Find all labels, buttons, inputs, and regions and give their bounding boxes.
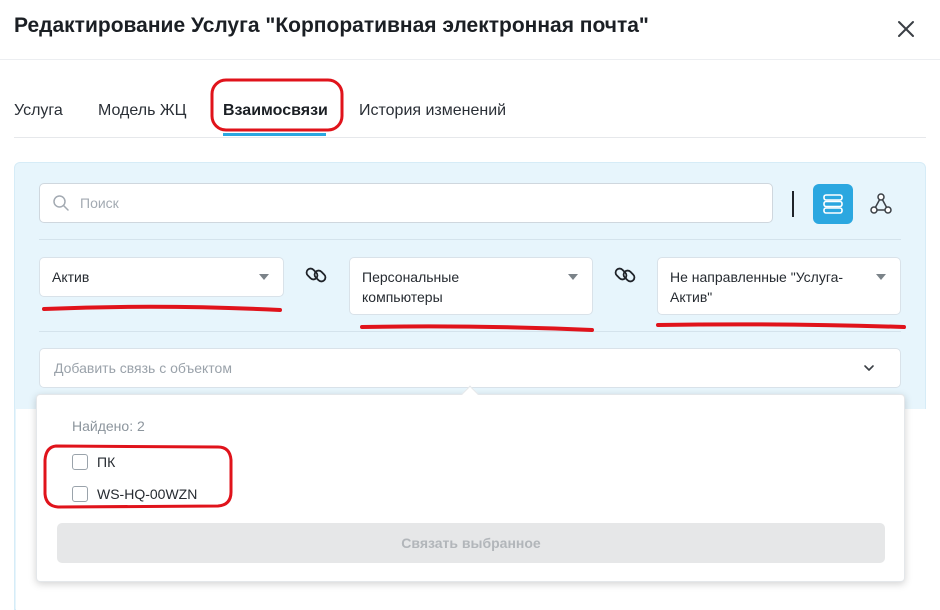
result-label: WS-HQ-00WZN — [97, 486, 198, 502]
toolbar-divider — [792, 191, 794, 217]
list-view-button[interactable] — [813, 184, 853, 224]
object-type-value: Актив — [52, 269, 90, 285]
link-selected-button[interactable]: Связать выбранное — [57, 523, 885, 563]
search-input[interactable] — [80, 184, 760, 222]
result-label: ПК — [97, 454, 116, 470]
divider — [39, 239, 901, 240]
tab-service[interactable]: Услуга — [14, 102, 63, 120]
chevron-down-icon — [864, 365, 874, 371]
found-count: Найдено: 2 — [72, 418, 145, 434]
tab-history[interactable]: История изменений — [359, 102, 506, 120]
tab-relations[interactable]: Взаимосвязи — [223, 102, 328, 120]
add-link-select[interactable]: Добавить связь с объектом — [39, 348, 901, 388]
tab-lifecycle-model[interactable]: Модель ЖЦ — [98, 102, 186, 120]
active-tab-indicator — [223, 133, 326, 136]
graph-view-icon[interactable] — [867, 190, 895, 218]
dialog-title: Редактирование Услуга "Корпоративная эле… — [14, 14, 649, 37]
category-value-line1: Персональные — [362, 269, 460, 285]
category-select[interactable]: Персональные компьютеры — [349, 257, 593, 315]
link-icon — [305, 267, 327, 283]
search-icon — [53, 195, 69, 211]
direction-select[interactable]: Не направленные "Услуга- Актив" — [657, 257, 901, 315]
object-type-select[interactable]: Актив — [39, 257, 284, 297]
result-checkbox[interactable] — [72, 486, 88, 502]
category-value-line2: компьютеры — [362, 289, 443, 305]
search-box — [39, 183, 773, 223]
dialog-header: Редактирование Услуга "Корпоративная эле… — [0, 0, 940, 60]
caret-down-icon — [568, 274, 578, 280]
link-icon — [614, 267, 636, 283]
caret-down-icon — [259, 274, 269, 280]
link-object-dropdown: Найдено: 2 ПК WS-HQ-00WZN Связать выбран… — [36, 385, 905, 582]
direction-value-line1: Не направленные "Услуга- — [670, 269, 844, 285]
list-view-icon — [823, 194, 843, 214]
direction-value-line2: Актив" — [670, 289, 713, 305]
divider — [39, 331, 901, 332]
caret-down-icon — [876, 274, 886, 280]
close-icon[interactable] — [892, 15, 920, 43]
add-link-placeholder: Добавить связь с объектом — [54, 360, 232, 376]
tab-bar: Услуга Модель ЖЦ Взаимосвязи История изм… — [14, 88, 926, 138]
result-checkbox[interactable] — [72, 454, 88, 470]
